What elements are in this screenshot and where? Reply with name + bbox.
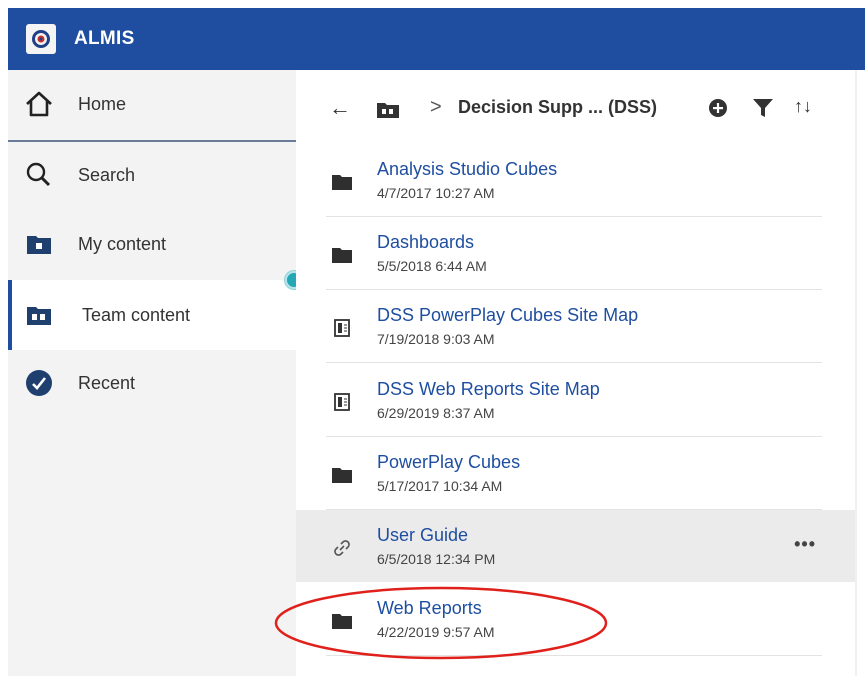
item-date: 7/19/2018 9:03 AM: [377, 331, 495, 347]
item-name[interactable]: Dashboards: [377, 232, 474, 253]
team-content-icon: [24, 300, 54, 330]
folder-icon: [332, 245, 352, 265]
home-icon: [24, 89, 54, 119]
item-name[interactable]: Analysis Studio Cubes: [377, 159, 557, 180]
panel-edge: [855, 70, 857, 676]
item-date: 5/5/2018 6:44 AM: [377, 258, 487, 274]
link-icon: [332, 538, 352, 558]
item-date: 4/7/2017 10:27 AM: [377, 185, 495, 201]
folder-icon: [332, 465, 352, 485]
content-panel: ← > Decision Supp ... (DSS) ↑↓ Analysis …: [296, 70, 865, 676]
my-content-icon: [24, 229, 54, 259]
back-arrow-icon[interactable]: ←: [329, 95, 351, 121]
item-date: 5/17/2017 10:34 AM: [377, 478, 503, 494]
breadcrumb-current[interactable]: Decision Supp ... (DSS): [458, 97, 657, 118]
sidebar-item-team-content[interactable]: Team content: [8, 280, 296, 350]
list-item[interactable]: Dashboards 5/5/2018 6:44 AM: [296, 217, 856, 290]
search-icon: [24, 160, 54, 190]
list-item[interactable]: DSS PowerPlay Cubes Site Map 7/19/2018 9…: [296, 290, 856, 363]
row-divider: [326, 655, 822, 656]
filter-icon[interactable]: [752, 98, 774, 123]
app-logo[interactable]: [26, 24, 56, 54]
item-date: 4/22/2019 9:57 AM: [377, 624, 495, 640]
sidebar-item-recent[interactable]: Recent: [8, 349, 296, 417]
item-name[interactable]: PowerPlay Cubes: [377, 452, 520, 473]
list-item[interactable]: User Guide 6/5/2018 12:34 PM •••: [296, 510, 856, 582]
app-header: ALMIS: [8, 8, 865, 70]
sidebar-nav: Home Search My content Team content Rece…: [8, 70, 296, 676]
list-item[interactable]: Analysis Studio Cubes 4/7/2017 10:27 AM: [296, 144, 856, 217]
add-icon[interactable]: [708, 98, 728, 123]
more-options-icon[interactable]: •••: [794, 534, 816, 555]
team-folder-icon[interactable]: [376, 101, 400, 124]
app-title: ALMIS: [74, 28, 135, 49]
report-icon: [332, 392, 352, 412]
row-divider: [326, 362, 822, 363]
list-item[interactable]: Web Reports 4/22/2019 9:57 AM: [296, 583, 856, 656]
sidebar-item-label: Search: [78, 164, 136, 185]
sort-icon[interactable]: ↑↓: [794, 96, 812, 117]
report-icon: [332, 318, 352, 338]
recent-icon: [24, 368, 54, 398]
item-name[interactable]: Web Reports: [377, 598, 482, 619]
breadcrumb-separator: >: [430, 96, 442, 118]
item-date: 6/5/2018 12:34 PM: [377, 551, 496, 567]
sidebar-item-label: Home: [78, 93, 127, 114]
sidebar-item-home[interactable]: Home: [8, 70, 296, 138]
item-date: 6/29/2019 8:37 AM: [377, 405, 495, 421]
list-item[interactable]: PowerPlay Cubes 5/17/2017 10:34 AM: [296, 437, 856, 510]
sidebar-item-label: My content: [78, 233, 167, 254]
sidebar-item-label: Team content: [82, 304, 191, 325]
item-name[interactable]: DSS PowerPlay Cubes Site Map: [377, 305, 638, 326]
breadcrumb: ← > Decision Supp ... (DSS) ↑↓: [296, 70, 856, 144]
folder-icon: [332, 611, 352, 631]
folder-icon: [332, 172, 352, 192]
list-item[interactable]: DSS Web Reports Site Map 6/29/2019 8:37 …: [296, 364, 856, 437]
sidebar-item-label: Recent: [78, 372, 136, 393]
sidebar-item-my-content[interactable]: My content: [8, 210, 296, 278]
item-name[interactable]: DSS Web Reports Site Map: [377, 379, 600, 400]
item-name[interactable]: User Guide: [377, 525, 468, 546]
sidebar-item-search[interactable]: Search: [8, 141, 296, 209]
